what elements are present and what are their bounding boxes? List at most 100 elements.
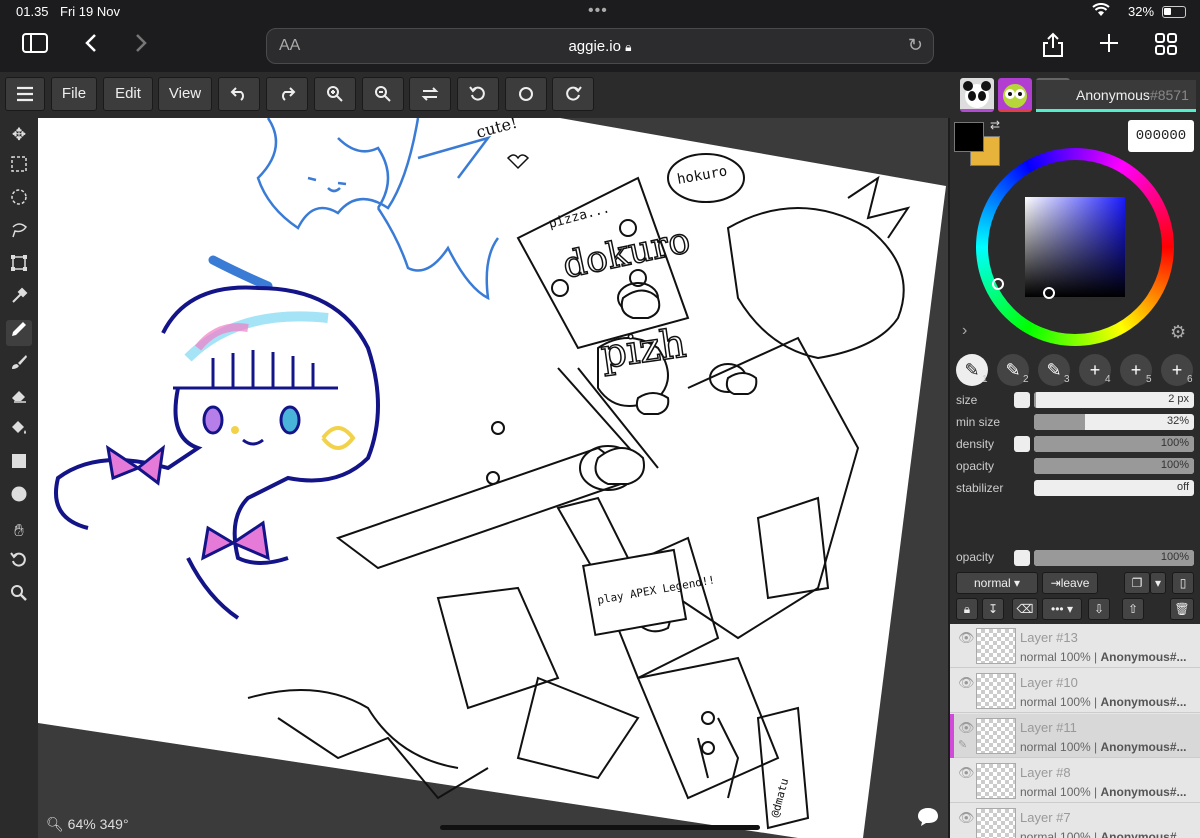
pencil-icon: ✎ xyxy=(1046,360,1062,380)
battery-icon xyxy=(1162,6,1186,18)
chevron-right-icon[interactable]: › xyxy=(962,322,967,340)
color-picker-handle[interactable] xyxy=(1043,287,1055,299)
drawing-viewport[interactable]: cute! pizza... hokuro dokuro pizh play A… xyxy=(38,118,948,838)
duplicate-dropdown-icon[interactable]: ▾ xyxy=(1150,572,1166,594)
zoom-out-button[interactable] xyxy=(362,77,404,111)
undo-icon xyxy=(230,87,244,101)
hand-tool-icon[interactable]: ✋︎ xyxy=(6,518,32,544)
forward-icon[interactable] xyxy=(134,32,148,60)
edit-menu-button[interactable]: Edit xyxy=(103,77,153,111)
status-date: Fri 19 Nov xyxy=(60,4,120,19)
layer-row[interactable]: 👁︎ Layer #13 normal 100% | Anonymous#... xyxy=(950,624,1200,668)
tabs-overview-icon[interactable] xyxy=(1154,32,1178,62)
ellipse-tool-icon[interactable] xyxy=(6,485,32,511)
share-icon[interactable] xyxy=(1042,32,1064,64)
zoom-in-icon xyxy=(327,86,343,102)
layer-row[interactable]: 👁︎ Layer #7 normal 100% | Anonymous#... xyxy=(950,804,1200,838)
hue-handle[interactable] xyxy=(992,278,1004,290)
visibility-eye-icon[interactable]: 👁︎ xyxy=(958,765,975,781)
url-domain: aggie.io xyxy=(568,38,621,55)
layer-opacity-slider[interactable]: 100% xyxy=(1034,550,1194,566)
layer-blend-opacity: normal 100% | xyxy=(1020,695,1101,709)
layer-opacity-checkbox[interactable] xyxy=(1014,550,1030,566)
new-tab-icon[interactable] xyxy=(1098,32,1120,60)
brush-icon[interactable] xyxy=(6,353,32,379)
swap-colors-icon[interactable]: ⇄ xyxy=(990,118,1000,132)
prop-slider-fill xyxy=(1034,414,1086,430)
duplicate-layer-icon[interactable]: ❐ xyxy=(1124,572,1150,594)
multitask-dots-icon[interactable]: ••• xyxy=(588,2,608,20)
layer-row[interactable]: 👁︎ Layer #8 normal 100% | Anonymous#... xyxy=(950,759,1200,803)
eyedropper-icon[interactable] xyxy=(6,287,32,313)
layer-name: Layer #10 xyxy=(1020,675,1078,690)
prop-checkbox[interactable] xyxy=(1014,436,1030,452)
clear-layer-icon[interactable]: ⌫ xyxy=(1012,598,1038,620)
rectangle-tool-icon[interactable] xyxy=(6,452,32,478)
pencil-icon[interactable] xyxy=(6,320,32,346)
more-options-icon[interactable]: ••• ▾ xyxy=(1042,598,1082,620)
new-layer-icon[interactable]: ▯ xyxy=(1172,572,1194,594)
gear-icon[interactable]: ⚙︎ xyxy=(1170,322,1186,343)
ellipse-select-icon[interactable] xyxy=(6,188,32,214)
prop-slider[interactable]: off xyxy=(1034,480,1194,496)
user-avatar-panda-icon[interactable] xyxy=(960,78,994,112)
layer-thumbnail xyxy=(976,628,1016,664)
lock-layer-icon[interactable]: 🔒︎ xyxy=(956,598,978,620)
rotate-right-button[interactable] xyxy=(552,77,594,111)
import-layer-icon[interactable]: ⇩ xyxy=(1088,598,1110,620)
address-bar[interactable]: AA aggie.io 🔒︎ ↻ xyxy=(266,28,934,64)
chat-icon[interactable] xyxy=(916,806,942,832)
primary-color-swatch-front[interactable] xyxy=(954,122,984,152)
leave-button[interactable]: ⇥leave xyxy=(1042,572,1098,594)
layer-row[interactable]: 👁︎ ✎ Layer #11 normal 100% | Anonymous#... xyxy=(950,714,1200,758)
lasso-select-icon[interactable] xyxy=(6,221,32,247)
saturation-value-square[interactable] xyxy=(1025,197,1125,297)
eraser-icon[interactable] xyxy=(6,386,32,412)
rotate-left-button[interactable] xyxy=(457,77,499,111)
move-tool-icon[interactable]: ✥ xyxy=(6,122,32,148)
redo-icon xyxy=(282,87,296,101)
undo-button[interactable] xyxy=(218,77,260,111)
visibility-eye-icon[interactable]: 👁︎ xyxy=(958,810,975,826)
brush-slot-number: 2 xyxy=(1023,374,1029,385)
prop-slider[interactable]: 2 px xyxy=(1034,392,1194,408)
layer-row[interactable]: 👁︎ Layer #10 normal 100% | Anonymous#... xyxy=(950,669,1200,713)
user-avatar-owl-icon[interactable] xyxy=(998,78,1032,112)
zoom-in-button[interactable] xyxy=(314,77,356,111)
layer-name: Layer #11 xyxy=(1020,720,1077,735)
reload-icon[interactable]: ↻ xyxy=(908,35,923,56)
zoom-tool-icon[interactable] xyxy=(6,584,32,610)
reset-rotation-button[interactable] xyxy=(505,77,547,111)
prop-slider[interactable]: 32% xyxy=(1034,414,1194,430)
bucket-fill-icon[interactable] xyxy=(6,419,32,445)
back-icon[interactable] xyxy=(84,32,98,60)
redo-button[interactable] xyxy=(266,77,308,111)
prop-slider[interactable]: 100% xyxy=(1034,436,1194,452)
transform-icon[interactable] xyxy=(6,254,32,280)
prop-checkbox[interactable] xyxy=(1014,392,1030,408)
artwork-canvas[interactable]: cute! pizza... hokuro dokuro pizh play A… xyxy=(38,118,948,838)
status-bar: 01.35 Fri 19 Nov ••• 32% xyxy=(0,0,1200,24)
visibility-eye-icon[interactable]: 👁︎ xyxy=(958,630,975,646)
merge-down-icon[interactable]: ↧ xyxy=(982,598,1004,620)
delete-layer-icon[interactable]: 🗑︎ xyxy=(1170,598,1194,620)
prop-value: 100% xyxy=(1160,459,1189,471)
rect-select-icon[interactable] xyxy=(6,155,32,181)
visibility-eye-icon[interactable]: 👁︎ xyxy=(958,675,975,691)
sidebar-toggle-icon[interactable] xyxy=(22,32,48,60)
current-user-name[interactable]: Anonymous#8571 xyxy=(1036,80,1196,112)
flip-icon xyxy=(421,87,439,101)
active-layer-marker xyxy=(950,714,954,758)
view-menu-button[interactable]: View xyxy=(158,77,212,111)
layer-blend-opacity: normal 100% | xyxy=(1020,785,1101,799)
layer-opacity-value: 100% xyxy=(1160,551,1189,563)
export-layer-icon[interactable]: ⇧ xyxy=(1122,598,1144,620)
main-menu-button[interactable] xyxy=(5,77,45,111)
rotate-view-icon[interactable] xyxy=(6,551,32,577)
file-menu-button[interactable]: File xyxy=(51,77,97,111)
blend-mode-select[interactable]: normal ▾ xyxy=(956,572,1038,594)
color-wheel[interactable] xyxy=(976,148,1174,346)
flip-button[interactable] xyxy=(409,77,451,111)
prop-slider[interactable]: 100% xyxy=(1034,458,1194,474)
visibility-eye-icon[interactable]: 👁︎ xyxy=(958,720,975,736)
